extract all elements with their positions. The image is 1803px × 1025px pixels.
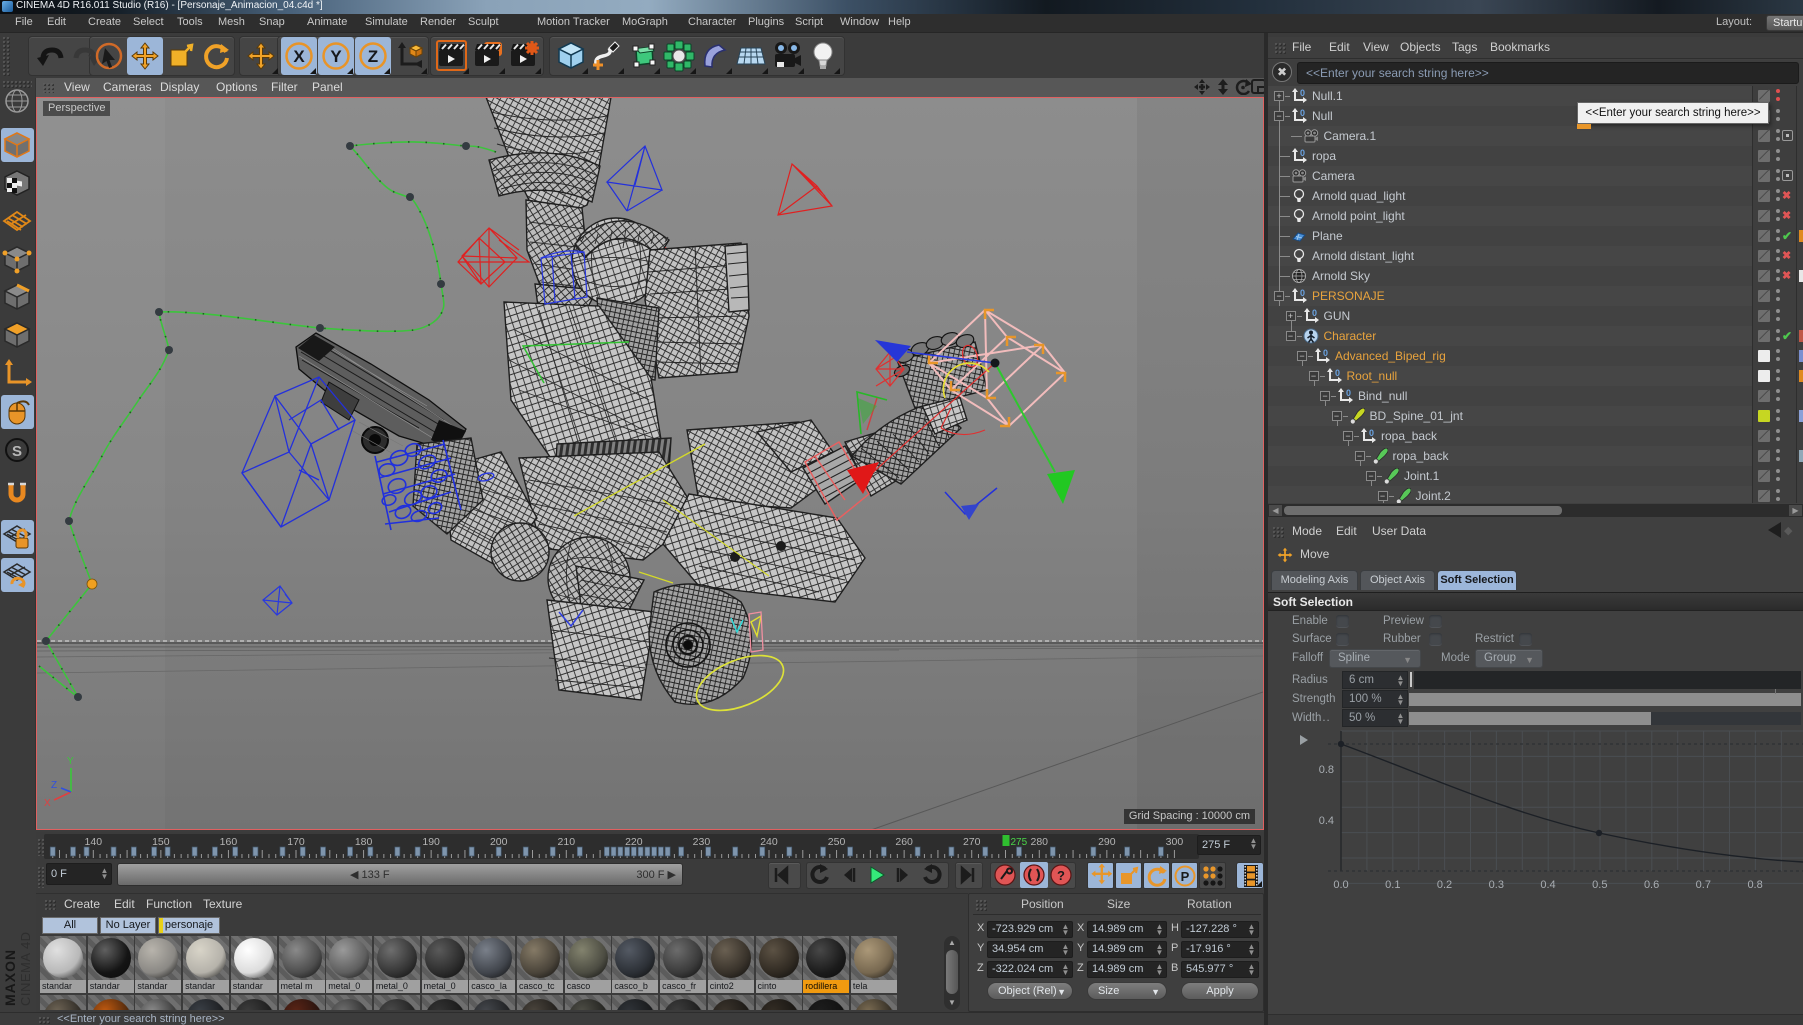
svg-text:0.6: 0.6 [1644,879,1659,891]
svg-text:300: 300 [1166,836,1184,848]
svg-text:Y: Y [330,47,342,66]
svg-text:0: 0 [1300,108,1305,118]
svg-text:210: 210 [558,836,576,848]
svg-text:0.4: 0.4 [1319,815,1334,827]
svg-text:0: 0 [1300,88,1305,98]
svg-text:240: 240 [760,836,778,848]
svg-text:Z: Z [51,780,57,791]
svg-text:0: 0 [1300,288,1305,298]
svg-text:0.3: 0.3 [1489,879,1504,891]
svg-text:270: 270 [963,836,981,848]
svg-text:Y: Y [67,756,74,767]
svg-text:X: X [44,798,51,809]
svg-text:230: 230 [693,836,711,848]
svg-text:0: 0 [1346,388,1351,398]
svg-text:0.8: 0.8 [1319,764,1334,776]
svg-text:200: 200 [490,836,508,848]
svg-text:150: 150 [152,836,170,848]
svg-text:220: 220 [625,836,643,848]
svg-text:0.8: 0.8 [1747,879,1762,891]
svg-text:180: 180 [355,836,373,848]
svg-text:0: 0 [1369,428,1374,438]
svg-text:0.7: 0.7 [1696,879,1711,891]
svg-text:160: 160 [220,836,238,848]
svg-text:260: 260 [895,836,913,848]
svg-text:290: 290 [1098,836,1116,848]
svg-text:0: 0 [1300,148,1305,158]
svg-text:0: 0 [1335,368,1340,378]
svg-text:275: 275 [1010,837,1027,848]
svg-text:P: P [1181,869,1190,884]
svg-text:?: ? [1057,868,1065,883]
svg-text:0.2: 0.2 [1437,879,1452,891]
svg-text:0.0: 0.0 [1333,879,1348,891]
svg-text:0: 0 [1312,308,1317,318]
svg-text:250: 250 [828,836,846,848]
svg-text:0.1: 0.1 [1385,879,1400,891]
svg-text:190: 190 [422,836,440,848]
svg-text:X: X [293,47,305,66]
svg-text:170: 170 [287,836,305,848]
svg-text:280: 280 [1031,836,1049,848]
svg-text:0.5: 0.5 [1592,879,1607,891]
svg-text:0.4: 0.4 [1540,879,1555,891]
svg-text:Z: Z [368,47,378,66]
svg-text:140: 140 [85,836,103,848]
svg-text:S: S [12,443,22,460]
svg-text:0: 0 [1323,348,1328,358]
